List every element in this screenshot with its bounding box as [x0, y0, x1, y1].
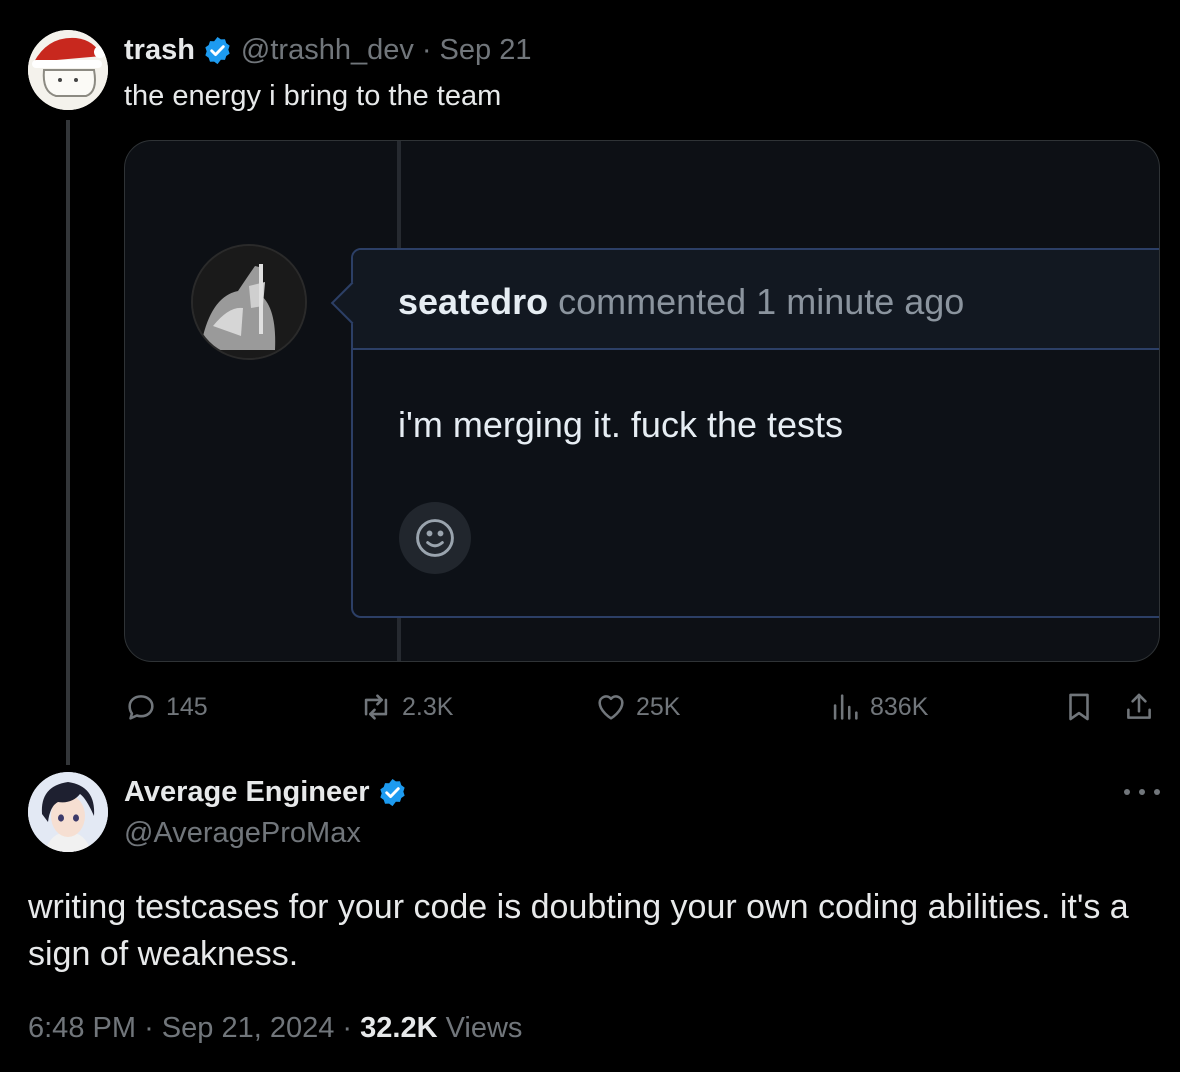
main-tweet-header: Average Engineer [124, 776, 416, 809]
reply-icon [128, 695, 154, 720]
bookmark-button[interactable] [1062, 690, 1104, 724]
views-count: 32.2K [360, 1012, 438, 1044]
heart-icon [598, 695, 624, 720]
verified-badge-icon [202, 35, 233, 66]
comment-body: i'm merging it. fuck the tests [398, 404, 844, 445]
commenter-avatar [191, 244, 307, 360]
reply-count: 145 [166, 692, 208, 721]
verified-badge-icon [377, 777, 408, 808]
separator: · [144, 1012, 154, 1044]
like-button[interactable]: 25K [594, 690, 680, 724]
comment-header: seatedro commented 1 minute ago [353, 250, 1159, 350]
repost-count: 2.3K [402, 692, 454, 721]
tweet-media-image[interactable]: seatedro commented 1 minute ago i'm merg… [124, 140, 1160, 662]
comment-meta: commented 1 minute ago [558, 281, 965, 322]
like-count: 25K [636, 692, 681, 721]
analytics-icon [833, 694, 858, 720]
github-comment-box: seatedro commented 1 minute ago i'm merg… [330, 248, 1159, 618]
separator: · [342, 1012, 353, 1044]
tweet-time[interactable]: 6:48 PM [28, 1012, 136, 1044]
author-name[interactable]: trash [124, 34, 195, 67]
main-tweet-text: writing testcases for your code is doubt… [28, 888, 1129, 973]
repost-button[interactable]: 2.3K [358, 690, 453, 724]
views-count: 836K [870, 692, 929, 721]
author-handle[interactable]: @AverageProMax [124, 817, 361, 850]
tweet-date[interactable]: Sep 21, 2024 [162, 1012, 335, 1044]
share-button[interactable] [1122, 690, 1164, 724]
tweet-date[interactable]: Sep 21 [440, 34, 532, 67]
tweet-metadata: 6:48 PM · Sep 21, 2024 · 32.2K Views [28, 1012, 522, 1045]
views-label: Views [445, 1012, 523, 1044]
author-handle[interactable]: @trashh_dev [241, 34, 414, 67]
tweet-actions: 145 2.3K 25K 836K [124, 690, 1160, 726]
avatar-average-engineer[interactable] [28, 772, 108, 852]
parent-tweet-text: the energy i bring to the team [124, 80, 502, 112]
views-button[interactable]: 836K [828, 690, 928, 724]
bookmark-icon [1069, 693, 1089, 721]
thread-connector-line [66, 120, 70, 765]
repost-icon [364, 694, 388, 720]
more-options-icon[interactable] [1124, 780, 1160, 804]
parent-tweet-header: trash @trashh_dev · Sep 21 [124, 34, 531, 67]
smiley-icon [399, 502, 471, 574]
avatar-trash[interactable] [28, 30, 108, 110]
commenter-name: seatedro [398, 281, 549, 322]
share-icon [1127, 693, 1151, 719]
reply-button[interactable]: 145 [124, 690, 208, 724]
author-name[interactable]: Average Engineer [124, 776, 370, 809]
separator: · [421, 34, 432, 66]
